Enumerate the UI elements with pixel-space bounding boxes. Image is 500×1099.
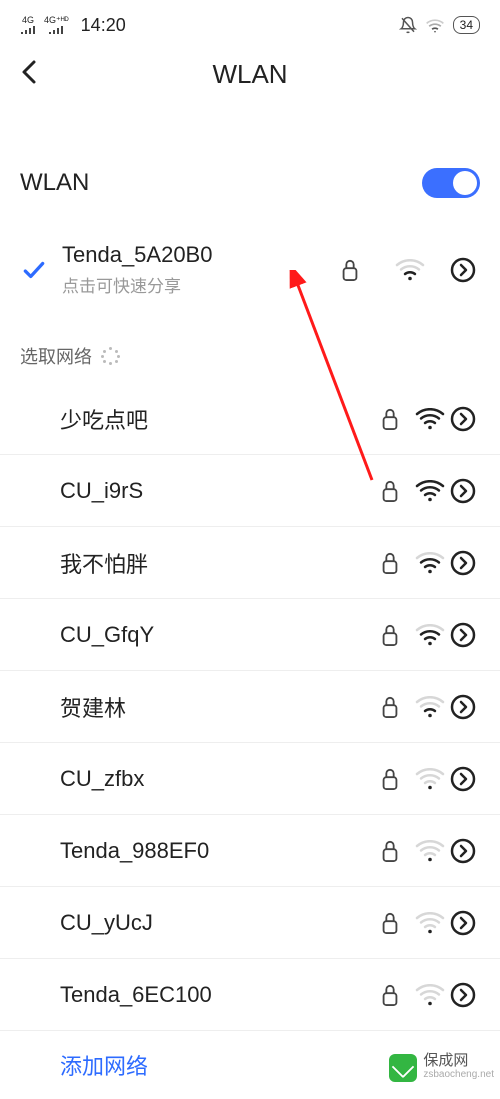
network-row[interactable]: CU_yUcJ xyxy=(0,887,500,959)
network-row[interactable]: CU_i9rS xyxy=(0,455,500,527)
connected-icons xyxy=(330,257,480,283)
switch-knob xyxy=(453,171,477,195)
details-button[interactable] xyxy=(450,257,480,283)
choose-network-header: 选取网络 xyxy=(0,343,500,369)
network-ssid: 少吃点吧 xyxy=(20,403,370,435)
network-row[interactable]: 贺建林 xyxy=(0,671,500,743)
back-button[interactable] xyxy=(18,56,42,88)
checkmark-icon xyxy=(20,257,48,283)
watermark-logo-icon xyxy=(389,1054,417,1082)
network-list: 少吃点吧 CU_i9rS 我不怕胖 CU_GfqY xyxy=(0,383,500,1031)
details-button[interactable] xyxy=(450,766,480,792)
chevron-right-circle-icon xyxy=(450,982,480,1008)
status-bar: 4G 4G⁺ᴴᴰ 14:20 34 xyxy=(0,0,500,40)
wifi-signal-icon xyxy=(410,768,450,790)
network-ssid: CU_i9rS xyxy=(20,478,370,504)
wifi-signal-icon xyxy=(410,696,450,718)
network-ssid: Tenda_988EF0 xyxy=(20,838,370,864)
signal-1-icon: 4G xyxy=(20,16,36,35)
status-right: 34 xyxy=(399,16,480,34)
network-row[interactable]: 少吃点吧 xyxy=(0,383,500,455)
lock-icon xyxy=(370,838,410,864)
network-row[interactable]: CU_zfbx xyxy=(0,743,500,815)
chevron-left-icon xyxy=(18,56,42,88)
chevron-right-circle-icon xyxy=(450,478,480,504)
details-button[interactable] xyxy=(450,910,480,936)
watermark-domain: zsbaocheng.net xyxy=(423,1068,494,1082)
wifi-signal-icon xyxy=(410,984,450,1006)
wifi-signal-icon xyxy=(410,624,450,646)
network-ssid: CU_zfbx xyxy=(20,766,370,792)
wlan-toggle-switch[interactable] xyxy=(422,168,480,198)
lock-icon xyxy=(370,406,410,432)
chevron-right-circle-icon xyxy=(450,257,476,283)
connected-network-row[interactable]: Tenda_5A20B0 点击可快速分享 xyxy=(0,232,500,307)
wifi-signal-icon xyxy=(410,480,450,502)
choose-network-label: 选取网络 xyxy=(20,343,92,369)
battery-indicator: 34 xyxy=(453,16,480,34)
details-button[interactable] xyxy=(450,838,480,864)
chevron-right-circle-icon xyxy=(450,622,480,648)
network-row[interactable]: Tenda_6EC100 xyxy=(0,959,500,1031)
status-time: 14:20 xyxy=(81,15,126,36)
wifi-signal-icon xyxy=(390,259,430,281)
lock-icon xyxy=(370,550,410,576)
network-ssid: Tenda_6EC100 xyxy=(20,982,370,1008)
loading-spinner-icon xyxy=(102,347,120,365)
network-ssid: 我不怕胖 xyxy=(20,547,370,579)
chevron-right-circle-icon xyxy=(450,910,480,936)
chevron-right-circle-icon xyxy=(450,406,480,432)
status-left: 4G 4G⁺ᴴᴰ 14:20 xyxy=(20,15,126,36)
network-row[interactable]: Tenda_988EF0 xyxy=(0,815,500,887)
network-row[interactable]: CU_GfqY xyxy=(0,599,500,671)
lock-icon xyxy=(370,982,410,1008)
dnd-icon xyxy=(399,16,417,34)
watermark-brand: 保成网 xyxy=(423,1054,494,1068)
signal-2-icon: 4G⁺ᴴᴰ xyxy=(44,16,69,35)
chevron-right-circle-icon xyxy=(450,838,480,864)
lock-icon xyxy=(370,694,410,720)
chevron-right-circle-icon xyxy=(450,694,480,720)
network-row[interactable]: 我不怕胖 xyxy=(0,527,500,599)
lock-icon xyxy=(370,622,410,648)
connected-network-text: Tenda_5A20B0 点击可快速分享 xyxy=(62,242,316,297)
watermark: 保成网 zsbaocheng.net xyxy=(383,1052,500,1084)
network-ssid: CU_GfqY xyxy=(20,622,370,648)
wlan-toggle-row: WLAN xyxy=(0,168,500,198)
page-header: WLAN xyxy=(0,44,500,104)
lock-icon xyxy=(370,478,410,504)
wifi-signal-icon xyxy=(410,552,450,574)
connected-hint: 点击可快速分享 xyxy=(62,272,316,297)
wifi-signal-icon xyxy=(410,912,450,934)
details-button[interactable] xyxy=(450,694,480,720)
lock-icon xyxy=(330,257,370,283)
network-ssid: CU_yUcJ xyxy=(20,910,370,936)
details-button[interactable] xyxy=(450,478,480,504)
page-title: WLAN xyxy=(212,59,287,90)
lock-icon xyxy=(370,766,410,792)
chevron-right-circle-icon xyxy=(450,550,480,576)
details-button[interactable] xyxy=(450,982,480,1008)
details-button[interactable] xyxy=(450,406,480,432)
wifi-signal-icon xyxy=(410,408,450,430)
chevron-right-circle-icon xyxy=(450,766,480,792)
details-button[interactable] xyxy=(450,622,480,648)
wifi-signal-icon xyxy=(410,840,450,862)
wifi-status-icon xyxy=(425,17,445,33)
lock-icon xyxy=(370,910,410,936)
network-ssid: 贺建林 xyxy=(20,691,370,723)
details-button[interactable] xyxy=(450,550,480,576)
wlan-toggle-label: WLAN xyxy=(20,169,89,197)
connected-ssid: Tenda_5A20B0 xyxy=(62,242,316,268)
